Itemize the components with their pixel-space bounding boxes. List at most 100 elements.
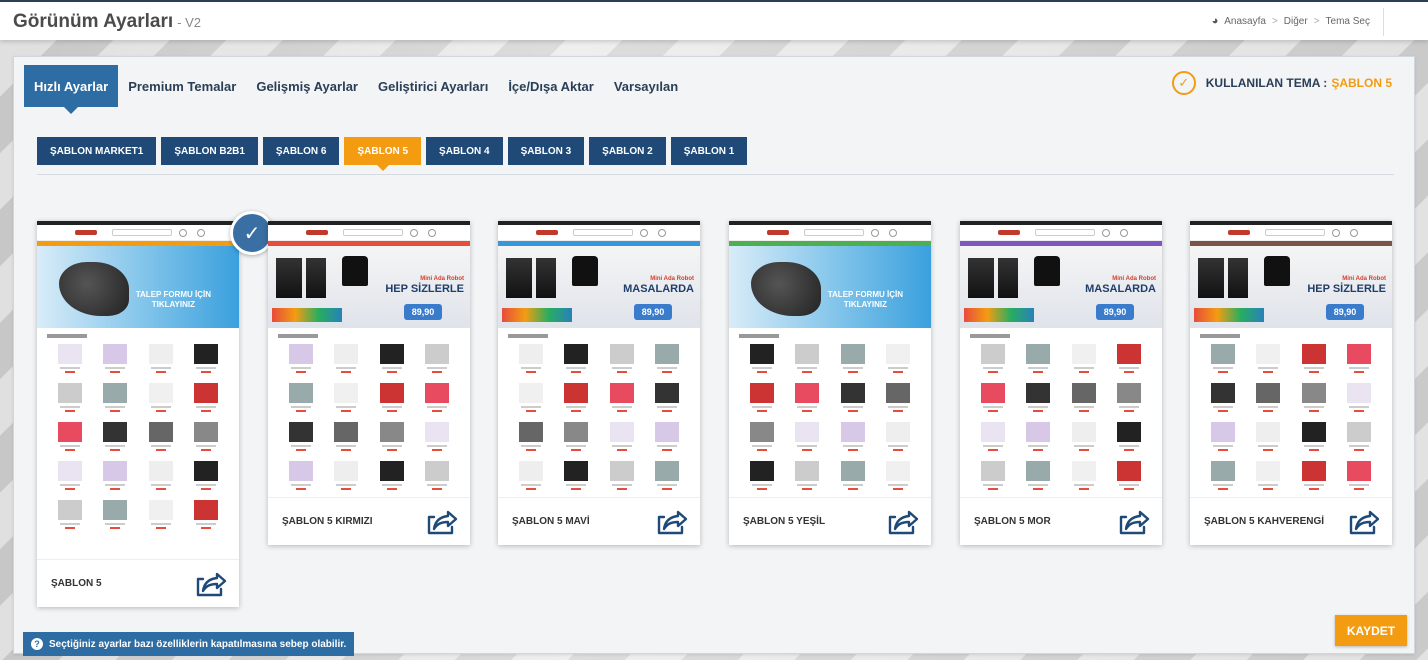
active-theme-label: KULLANILAN TEMA : — [1205, 76, 1328, 90]
tab-advanced-settings[interactable]: Gelişmiş Ayarlar — [246, 65, 368, 107]
preview-product-image — [334, 422, 359, 442]
preview-product-row — [508, 422, 690, 452]
tab-premium-themes[interactable]: Premium Temalar — [118, 65, 246, 107]
preview-product-price — [987, 449, 998, 451]
theme-variant-card[interactable]: Mini Ada Robot MASALARDA 89,90 ŞABLON 5 MAV… — [498, 221, 700, 545]
preview-product-row — [278, 422, 460, 452]
tab-developer-settings[interactable]: Geliştirici Ayarları — [368, 65, 498, 107]
template-button-3[interactable]: ŞABLON 3 — [507, 137, 585, 165]
breadcrumb-home[interactable]: Anasayfa — [1224, 16, 1266, 27]
template-button-6[interactable]: ŞABLON 6 — [262, 137, 340, 165]
preview-product — [378, 383, 406, 413]
preview-product — [56, 344, 84, 374]
preview-product — [517, 344, 545, 374]
preview-product-image — [609, 383, 634, 403]
preview-product-price — [295, 410, 306, 412]
preview-cart-icon — [197, 229, 205, 237]
preview-product-row — [739, 344, 921, 374]
preview-product-image — [980, 422, 1005, 442]
share-icon[interactable] — [887, 508, 919, 536]
share-icon[interactable] — [1118, 508, 1150, 536]
preview-logo — [1228, 230, 1250, 235]
banner-text: Mini Ada Robot MASALARDA — [1085, 276, 1156, 295]
preview-product-price — [1217, 410, 1228, 412]
preview-section-title — [1200, 334, 1240, 338]
template-button-b2b1[interactable]: ŞABLON B2B1 — [161, 137, 258, 165]
theme-variant-card[interactable]: Mini Ada Robot MASALARDA 89,90 ŞABLON 5 MOR — [960, 221, 1162, 545]
preview-product-image — [1210, 461, 1235, 481]
preview-product — [1024, 461, 1052, 491]
breadcrumb-other[interactable]: Diğer — [1284, 16, 1308, 27]
preview-product-name — [427, 406, 448, 408]
preview-product-price — [847, 371, 858, 373]
preview-product-price — [525, 371, 536, 373]
tab-defaults[interactable]: Varsayılan — [604, 65, 688, 107]
theme-preview[interactable]: TALEP FORMU İÇİN TIKLAYINIZ — [729, 221, 931, 497]
template-button-market1[interactable]: ŞABLON MARKET1 — [37, 137, 157, 165]
save-button[interactable]: KAYDET — [1335, 615, 1407, 646]
preview-product-name — [1303, 367, 1324, 369]
preview-product-row — [47, 383, 229, 413]
template-button-5[interactable]: ŞABLON 5 — [344, 137, 422, 171]
share-icon[interactable] — [1348, 508, 1380, 536]
theme-card-footer: ŞABLON 5 MAVİ — [498, 497, 700, 545]
preview-product-price — [64, 371, 75, 373]
breadcrumb-separator: > — [1313, 15, 1320, 27]
share-icon[interactable] — [656, 508, 688, 536]
preview-product-image — [194, 383, 219, 403]
preview-product-name — [797, 367, 818, 369]
preview-product-price — [571, 488, 582, 490]
preview-product-price — [295, 449, 306, 451]
preview-product-price — [1217, 449, 1228, 451]
preview-product-name — [611, 406, 632, 408]
preview-product-row — [278, 461, 460, 491]
preview-product-price — [987, 488, 998, 490]
preview-product-image — [980, 344, 1005, 364]
preview-product — [378, 344, 406, 374]
theme-preview[interactable]: Mini Ada Robot HEP SİZLERLE 89,90 — [268, 221, 470, 497]
banner-line2: TIKLAYINIZ — [843, 300, 887, 310]
template-button-4[interactable]: ŞABLON 4 — [426, 137, 503, 165]
preview-product-image — [194, 344, 219, 364]
preview-product — [287, 422, 315, 452]
theme-variant-card[interactable]: TALEP FORMU İÇİN TIKLAYINIZ ŞABLON 5 YEŞİL — [729, 221, 931, 545]
theme-variant-card[interactable]: TALEP FORMU İÇİN TIKLAYINIZ ŞABLON 5 ✓ — [37, 211, 274, 607]
preview-product-image — [425, 344, 450, 364]
preview-product-image — [425, 422, 450, 442]
preview-product-image — [148, 383, 173, 403]
top-header: Görünüm Ayarları - V2 ◕ Anasayfa > Diğer … — [0, 0, 1428, 40]
template-button-2[interactable]: ŞABLON 2 — [589, 137, 666, 165]
theme-preview[interactable]: Mini Ada Robot HEP SİZLERLE 89,90 — [1190, 221, 1392, 497]
section-divider — [37, 174, 1394, 175]
theme-variant-card[interactable]: Mini Ada Robot HEP SİZLERLE 89,90 ŞABLON 5 … — [1190, 221, 1392, 545]
share-icon[interactable] — [426, 508, 458, 536]
preview-product-price — [893, 488, 904, 490]
preview-product — [1070, 422, 1098, 452]
preview-product-name — [196, 523, 217, 525]
preview-product-row — [47, 344, 229, 374]
preview-product-name — [1119, 484, 1140, 486]
banner-product-image — [536, 258, 556, 298]
theme-variant-card[interactable]: Mini Ada Robot HEP SİZLERLE 89,90 ŞABLON 5 … — [268, 221, 470, 545]
banner-product-image — [1198, 258, 1224, 298]
tab-import-export[interactable]: İçe/Dışa Aktar — [498, 65, 604, 107]
banner-tool-image — [751, 262, 821, 316]
theme-preview[interactable]: TALEP FORMU İÇİN TIKLAYINIZ — [37, 221, 239, 559]
template-button-1[interactable]: ŞABLON 1 — [670, 137, 748, 165]
preview-product-name — [1349, 484, 1370, 486]
preview-products — [268, 328, 470, 497]
theme-preview[interactable]: Mini Ada Robot MASALARDA 89,90 — [960, 221, 1162, 497]
preview-product-name — [427, 445, 448, 447]
preview-product-price — [155, 371, 166, 373]
share-icon[interactable] — [195, 570, 227, 598]
preview-product-row — [970, 461, 1152, 491]
preview-product-image — [1347, 461, 1372, 481]
preview-product — [332, 383, 360, 413]
preview-product — [793, 422, 821, 452]
preview-product-name — [1349, 445, 1370, 447]
preview-product — [423, 461, 451, 491]
preview-product-image — [518, 344, 543, 364]
theme-preview[interactable]: Mini Ada Robot MASALARDA 89,90 — [498, 221, 700, 497]
preview-product-price — [525, 488, 536, 490]
tab-quick-settings[interactable]: Hızlı Ayarlar — [24, 65, 119, 114]
